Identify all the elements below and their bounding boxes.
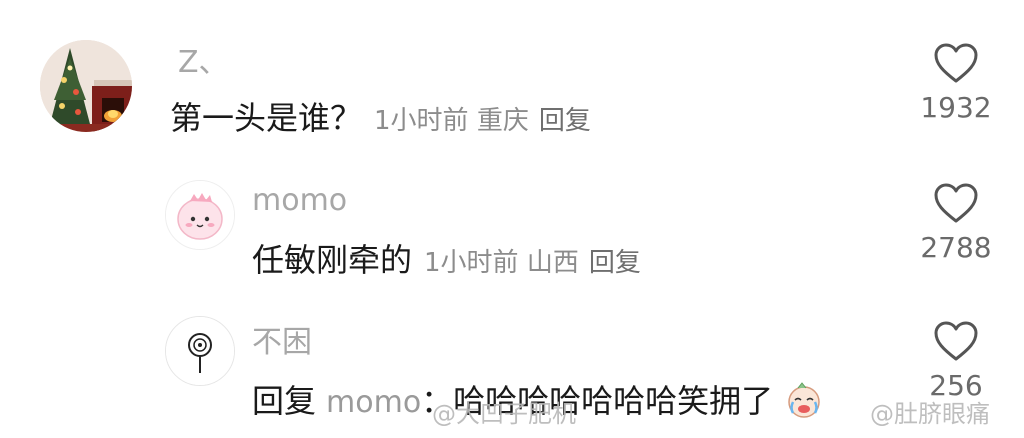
- avatar-christmas-tree[interactable]: [40, 40, 132, 132]
- crying-laughing-emoji-icon: [784, 380, 824, 435]
- like-button[interactable]: 1932: [911, 42, 1001, 124]
- comment-username[interactable]: momo: [252, 184, 347, 218]
- comment-location: 重庆: [476, 106, 529, 136]
- like-button[interactable]: 256: [911, 320, 1001, 402]
- christmas-tree-icon: [40, 40, 132, 132]
- comment-location: 山西: [526, 248, 579, 278]
- comment-time: 1小时前: [374, 106, 469, 136]
- like-count: 2788: [920, 231, 992, 264]
- like-count: 1932: [920, 91, 992, 124]
- reply-button[interactable]: 回复: [589, 248, 641, 278]
- comment-text: 任敏刚牵的: [252, 241, 413, 279]
- watermark-right: @肚脐眼痛: [870, 400, 990, 428]
- heart-icon: [934, 321, 978, 361]
- comment-text: 第一头是谁？: [170, 99, 363, 137]
- lollipop-icon: [166, 317, 234, 385]
- reply-prefix: 回复: [252, 382, 317, 420]
- avatar-lollipop[interactable]: [165, 316, 235, 386]
- pink-dinosaur-icon: [166, 181, 234, 249]
- comment-meta: 1小时前 重庆 回复: [374, 106, 591, 136]
- comment-username[interactable]: 不困: [252, 326, 312, 360]
- like-button[interactable]: 2788: [911, 182, 1001, 264]
- comment-time: 1小时前: [424, 248, 519, 278]
- comment-meta: 1小时前 山西 回复: [424, 248, 641, 278]
- reply-target-username[interactable]: momo: [326, 385, 421, 420]
- heart-icon: [934, 183, 978, 223]
- reply-button[interactable]: 回复: [539, 106, 591, 136]
- comment-body: 第一头是谁？ 1小时前 重庆 回复: [170, 98, 591, 144]
- heart-icon: [934, 43, 978, 83]
- like-count: 256: [929, 369, 983, 402]
- watermark-left: @大凹子肥机: [432, 400, 576, 428]
- comment-body: 任敏刚牵的 1小时前 山西 回复: [252, 240, 641, 286]
- avatar-pink-dinosaur[interactable]: [165, 180, 235, 250]
- comment-username[interactable]: Z、: [178, 46, 229, 80]
